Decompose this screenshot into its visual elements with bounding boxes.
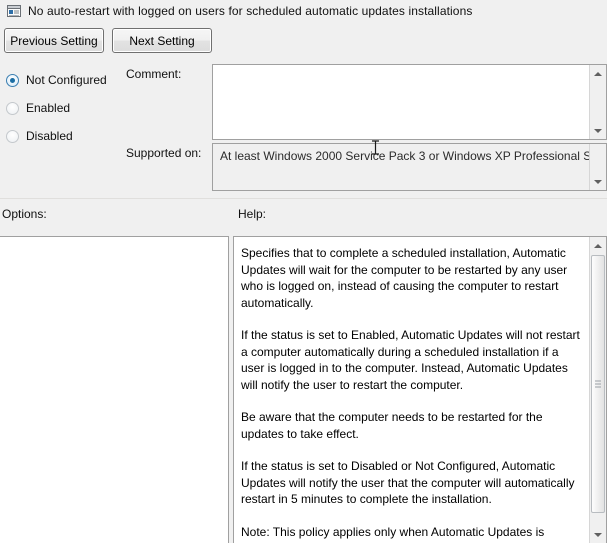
help-text-content: Specifies that to complete a scheduled i… <box>241 245 585 543</box>
supported-on-label: Supported on: <box>126 146 202 160</box>
policy-setting-dialog: No auto-restart with logged on users for… <box>0 0 607 543</box>
scroll-down-arrow-icon[interactable] <box>590 526 606 543</box>
help-paragraph: Specifies that to complete a scheduled i… <box>241 246 568 310</box>
help-scrollbar[interactable] <box>589 237 606 543</box>
scroll-up-arrow-icon[interactable] <box>590 65 606 82</box>
help-paragraph: Note: This policy applies only when Auto… <box>241 524 572 543</box>
scrollbar-grip-icon <box>595 380 601 388</box>
radio-label-disabled: Disabled <box>26 129 73 143</box>
help-paragraph: If the status is set to Enabled, Automat… <box>241 328 580 392</box>
group-policy-setting-icon <box>6 3 22 19</box>
supported-on-field[interactable]: At least Windows 2000 Service Pack 3 or … <box>212 143 607 191</box>
radio-indicator-icon <box>6 129 19 143</box>
scroll-down-arrow-icon[interactable] <box>590 122 606 139</box>
options-panel[interactable] <box>0 236 229 543</box>
previous-setting-button[interactable]: Previous Setting <box>4 28 104 53</box>
supported-on-value: At least Windows 2000 Service Pack 3 or … <box>220 149 595 163</box>
help-paragraph: Be aware that the computer needs to be r… <box>241 410 543 441</box>
supported-on-text-area: At least Windows 2000 Service Pack 3 or … <box>214 145 595 190</box>
radio-label-enabled: Enabled <box>26 101 71 115</box>
radio-not-configured[interactable]: Not Configured <box>6 72 107 88</box>
options-label: Options: <box>2 207 47 221</box>
comment-scrollbar[interactable] <box>589 65 606 139</box>
comment-textarea[interactable] <box>212 64 607 140</box>
radio-disabled[interactable]: Disabled <box>6 128 73 144</box>
radio-label-not-configured: Not Configured <box>26 73 107 87</box>
scroll-down-arrow-icon[interactable] <box>590 173 606 190</box>
scroll-up-arrow-icon[interactable] <box>590 237 606 254</box>
policy-title: No auto-restart with logged on users for… <box>28 4 473 18</box>
help-scrollbar-thumb[interactable] <box>591 255 605 513</box>
next-setting-button[interactable]: Next Setting <box>112 28 212 53</box>
dialog-title-bar: No auto-restart with logged on users for… <box>0 0 607 22</box>
help-panel[interactable]: Specifies that to complete a scheduled i… <box>233 236 607 543</box>
radio-indicator-selected-icon <box>6 73 19 87</box>
help-paragraph: If the status is set to Disabled or Not … <box>241 459 575 506</box>
radio-enabled[interactable]: Enabled <box>6 100 70 116</box>
supported-on-scrollbar[interactable] <box>589 144 606 190</box>
section-divider <box>0 198 607 199</box>
comment-label: Comment: <box>126 67 182 81</box>
radio-indicator-icon <box>6 101 19 115</box>
help-label: Help: <box>238 207 267 221</box>
